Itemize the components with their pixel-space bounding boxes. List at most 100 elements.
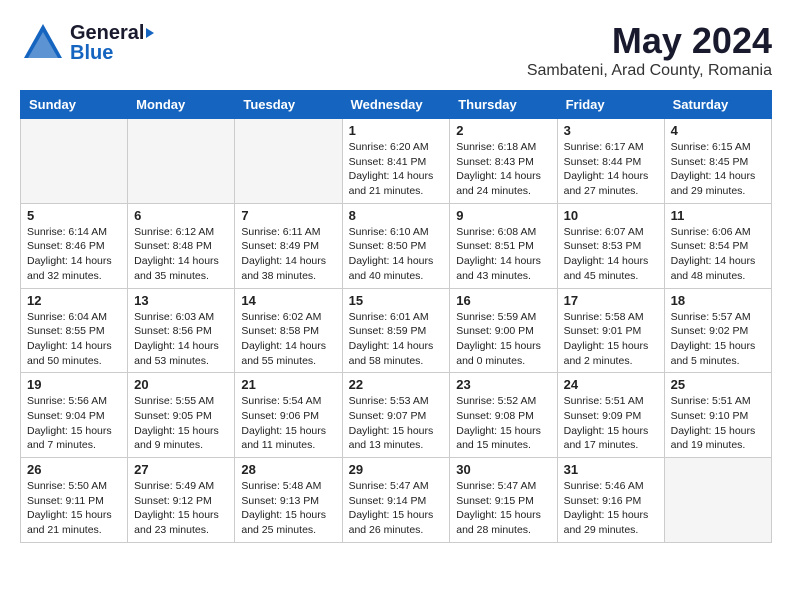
calendar-cell xyxy=(21,119,128,204)
day-number: 2 xyxy=(456,123,550,138)
calendar-cell: 19 Sunrise: 5:56 AM Sunset: 9:04 PM Dayli… xyxy=(21,373,128,458)
day-info: Sunrise: 5:48 AM Sunset: 9:13 PM Dayligh… xyxy=(241,479,335,538)
calendar-table: SundayMondayTuesdayWednesdayThursdayFrid… xyxy=(20,90,772,543)
day-number: 30 xyxy=(456,462,550,477)
calendar-body: 1Sunrise: 6:20 AM Sunset: 8:41 PM Daylig… xyxy=(21,119,772,543)
logo-arrow-icon xyxy=(146,28,154,38)
day-number: 14 xyxy=(241,293,335,308)
day-info: Sunrise: 6:10 AM Sunset: 8:50 PM Dayligh… xyxy=(349,225,444,284)
day-header-sunday: Sunday xyxy=(21,91,128,119)
day-number: 13 xyxy=(134,293,228,308)
day-number: 31 xyxy=(564,462,658,477)
calendar-cell: 1Sunrise: 6:20 AM Sunset: 8:41 PM Daylig… xyxy=(342,119,450,204)
location: Sambateni, Arad County, Romania xyxy=(527,62,772,80)
day-info: Sunrise: 5:56 AM Sunset: 9:04 PM Dayligh… xyxy=(27,394,121,453)
day-info: Sunrise: 6:18 AM Sunset: 8:43 PM Dayligh… xyxy=(456,140,550,199)
calendar-week-2: 5 Sunrise: 6:14 AM Sunset: 8:46 PM Daylig… xyxy=(21,203,772,288)
day-number: 18 xyxy=(671,293,765,308)
day-number: 11 xyxy=(671,208,765,223)
day-number: 19 xyxy=(27,377,121,392)
calendar-cell: 9 Sunrise: 6:08 AM Sunset: 8:51 PM Daylig… xyxy=(450,203,557,288)
day-number: 6 xyxy=(134,208,228,223)
day-number: 3 xyxy=(564,123,658,138)
calendar-cell: 25Sunrise: 5:51 AM Sunset: 9:10 PM Dayli… xyxy=(664,373,771,458)
calendar-cell: 16 Sunrise: 5:59 AM Sunset: 9:00 PM Dayli… xyxy=(450,288,557,373)
day-number: 9 xyxy=(456,208,550,223)
day-info: Sunrise: 5:57 AM Sunset: 9:02 PM Dayligh… xyxy=(671,310,765,369)
day-number: 28 xyxy=(241,462,335,477)
day-number: 15 xyxy=(349,293,444,308)
calendar-week-1: 1Sunrise: 6:20 AM Sunset: 8:41 PM Daylig… xyxy=(21,119,772,204)
day-info: Sunrise: 5:59 AM Sunset: 9:00 PM Dayligh… xyxy=(456,310,550,369)
day-header-tuesday: Tuesday xyxy=(235,91,342,119)
calendar-cell xyxy=(235,119,342,204)
day-info: Sunrise: 5:47 AM Sunset: 9:15 PM Dayligh… xyxy=(456,479,550,538)
calendar-cell: 28 Sunrise: 5:48 AM Sunset: 9:13 PM Dayli… xyxy=(235,458,342,543)
calendar-week-4: 19 Sunrise: 5:56 AM Sunset: 9:04 PM Dayli… xyxy=(21,373,772,458)
calendar-cell: 21Sunrise: 5:54 AM Sunset: 9:06 PM Dayli… xyxy=(235,373,342,458)
day-info: Sunrise: 5:50 AM Sunset: 9:11 PM Dayligh… xyxy=(27,479,121,538)
calendar-cell: 7 Sunrise: 6:11 AM Sunset: 8:49 PM Daylig… xyxy=(235,203,342,288)
day-number: 16 xyxy=(456,293,550,308)
calendar-cell: 5 Sunrise: 6:14 AM Sunset: 8:46 PM Daylig… xyxy=(21,203,128,288)
calendar-cell: 15 Sunrise: 6:01 AM Sunset: 8:59 PM Dayli… xyxy=(342,288,450,373)
day-info: Sunrise: 5:55 AM Sunset: 9:05 PM Dayligh… xyxy=(134,394,228,453)
calendar-cell: 11 Sunrise: 6:06 AM Sunset: 8:54 PM Dayli… xyxy=(664,203,771,288)
day-info: Sunrise: 6:06 AM Sunset: 8:54 PM Dayligh… xyxy=(671,225,765,284)
day-info: Sunrise: 6:01 AM Sunset: 8:59 PM Dayligh… xyxy=(349,310,444,369)
day-number: 12 xyxy=(27,293,121,308)
day-info: Sunrise: 5:58 AM Sunset: 9:01 PM Dayligh… xyxy=(564,310,658,369)
day-info: Sunrise: 6:15 AM Sunset: 8:45 PM Dayligh… xyxy=(671,140,765,199)
day-number: 27 xyxy=(134,462,228,477)
day-info: Sunrise: 6:07 AM Sunset: 8:53 PM Dayligh… xyxy=(564,225,658,284)
calendar-cell: 30 Sunrise: 5:47 AM Sunset: 9:15 PM Dayli… xyxy=(450,458,557,543)
page-header: General Blue May 2024 Sambateni, Arad Co… xyxy=(20,20,772,80)
day-number: 23 xyxy=(456,377,550,392)
calendar-cell: 17 Sunrise: 5:58 AM Sunset: 9:01 PM Dayli… xyxy=(557,288,664,373)
day-number: 26 xyxy=(27,462,121,477)
day-info: Sunrise: 6:04 AM Sunset: 8:55 PM Dayligh… xyxy=(27,310,121,369)
day-header-thursday: Thursday xyxy=(450,91,557,119)
calendar-header: SundayMondayTuesdayWednesdayThursdayFrid… xyxy=(21,91,772,119)
logo-text: General Blue xyxy=(70,23,154,63)
day-header-friday: Friday xyxy=(557,91,664,119)
calendar-cell: 14 Sunrise: 6:02 AM Sunset: 8:58 PM Dayli… xyxy=(235,288,342,373)
day-info: Sunrise: 6:17 AM Sunset: 8:44 PM Dayligh… xyxy=(564,140,658,199)
calendar-cell: 27Sunrise: 5:49 AM Sunset: 9:12 PM Dayli… xyxy=(128,458,235,543)
logo: General Blue xyxy=(20,20,154,66)
day-info: Sunrise: 6:12 AM Sunset: 8:48 PM Dayligh… xyxy=(134,225,228,284)
day-number: 1 xyxy=(349,123,444,138)
day-info: Sunrise: 5:53 AM Sunset: 9:07 PM Dayligh… xyxy=(349,394,444,453)
day-info: Sunrise: 6:03 AM Sunset: 8:56 PM Dayligh… xyxy=(134,310,228,369)
calendar-cell: 24 Sunrise: 5:51 AM Sunset: 9:09 PM Dayli… xyxy=(557,373,664,458)
day-number: 4 xyxy=(671,123,765,138)
day-number: 17 xyxy=(564,293,658,308)
day-info: Sunrise: 5:47 AM Sunset: 9:14 PM Dayligh… xyxy=(349,479,444,538)
day-info: Sunrise: 6:14 AM Sunset: 8:46 PM Dayligh… xyxy=(27,225,121,284)
calendar-cell: 3 Sunrise: 6:17 AM Sunset: 8:44 PM Daylig… xyxy=(557,119,664,204)
calendar-cell: 18 Sunrise: 5:57 AM Sunset: 9:02 PM Dayli… xyxy=(664,288,771,373)
calendar-cell: 12 Sunrise: 6:04 AM Sunset: 8:55 PM Dayli… xyxy=(21,288,128,373)
logo-blue: Blue xyxy=(70,43,154,63)
day-number: 20 xyxy=(134,377,228,392)
calendar-cell: 31Sunrise: 5:46 AM Sunset: 9:16 PM Dayli… xyxy=(557,458,664,543)
day-number: 10 xyxy=(564,208,658,223)
day-header-monday: Monday xyxy=(128,91,235,119)
calendar-cell xyxy=(128,119,235,204)
calendar-cell: 20 Sunrise: 5:55 AM Sunset: 9:05 PM Dayli… xyxy=(128,373,235,458)
calendar-week-3: 12 Sunrise: 6:04 AM Sunset: 8:55 PM Dayli… xyxy=(21,288,772,373)
month-title: May 2024 xyxy=(527,20,772,62)
day-info: Sunrise: 5:52 AM Sunset: 9:08 PM Dayligh… xyxy=(456,394,550,453)
logo-icon xyxy=(20,20,66,66)
day-number: 24 xyxy=(564,377,658,392)
day-number: 7 xyxy=(241,208,335,223)
day-info: Sunrise: 6:11 AM Sunset: 8:49 PM Dayligh… xyxy=(241,225,335,284)
day-info: Sunrise: 5:54 AM Sunset: 9:06 PM Dayligh… xyxy=(241,394,335,453)
day-number: 5 xyxy=(27,208,121,223)
day-info: Sunrise: 6:02 AM Sunset: 8:58 PM Dayligh… xyxy=(241,310,335,369)
day-info: Sunrise: 5:51 AM Sunset: 9:09 PM Dayligh… xyxy=(564,394,658,453)
calendar-cell: 29Sunrise: 5:47 AM Sunset: 9:14 PM Dayli… xyxy=(342,458,450,543)
calendar-cell: 22Sunrise: 5:53 AM Sunset: 9:07 PM Dayli… xyxy=(342,373,450,458)
calendar-cell xyxy=(664,458,771,543)
day-info: Sunrise: 6:08 AM Sunset: 8:51 PM Dayligh… xyxy=(456,225,550,284)
